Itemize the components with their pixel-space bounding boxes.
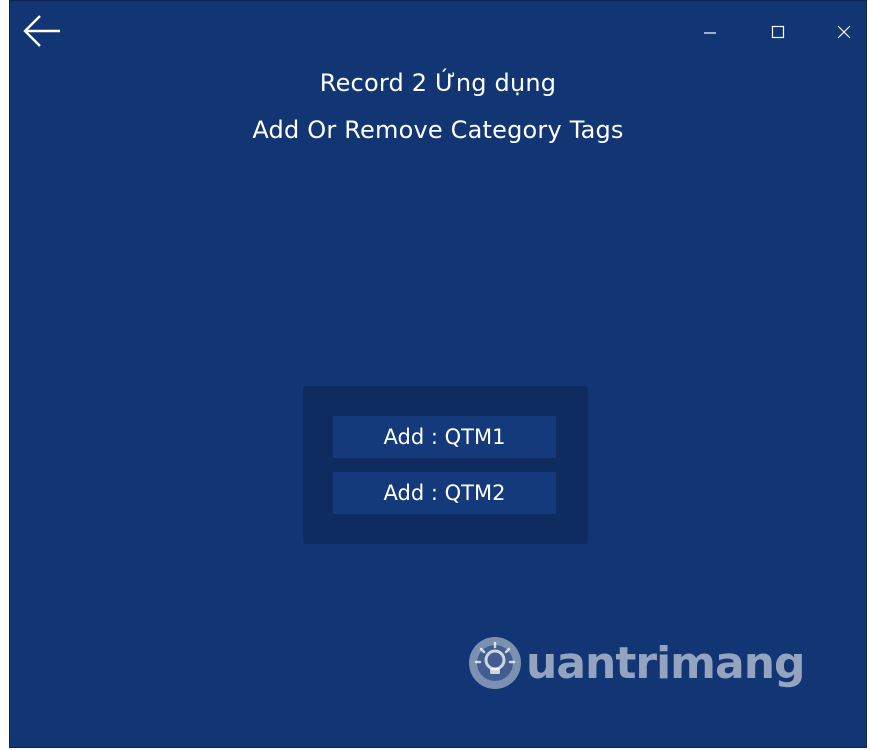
category-tags-panel: Add : QTM1 Add : QTM2 xyxy=(303,386,588,544)
add-tag-button-qtm1[interactable]: Add : QTM1 xyxy=(333,416,556,458)
maximize-button[interactable] xyxy=(752,15,804,49)
close-icon xyxy=(837,25,851,39)
watermark-text: uantrimang xyxy=(526,637,806,689)
add-tag-button-qtm2[interactable]: Add : QTM2 xyxy=(333,472,556,514)
watermark: uantrimang xyxy=(466,623,816,703)
close-button[interactable] xyxy=(818,15,870,49)
maximize-icon xyxy=(771,25,785,39)
back-button[interactable] xyxy=(20,11,64,51)
arrow-left-icon xyxy=(23,15,60,47)
lightbulb-icon xyxy=(469,637,521,689)
app-window: Record 2 Ứng dụng Add Or Remove Category… xyxy=(9,0,867,748)
page-title: Record 2 Ứng dụng xyxy=(319,69,557,97)
minimize-icon xyxy=(704,32,716,34)
minimize-button[interactable] xyxy=(684,15,736,49)
page-subtitle: Add Or Remove Category Tags xyxy=(252,116,624,144)
